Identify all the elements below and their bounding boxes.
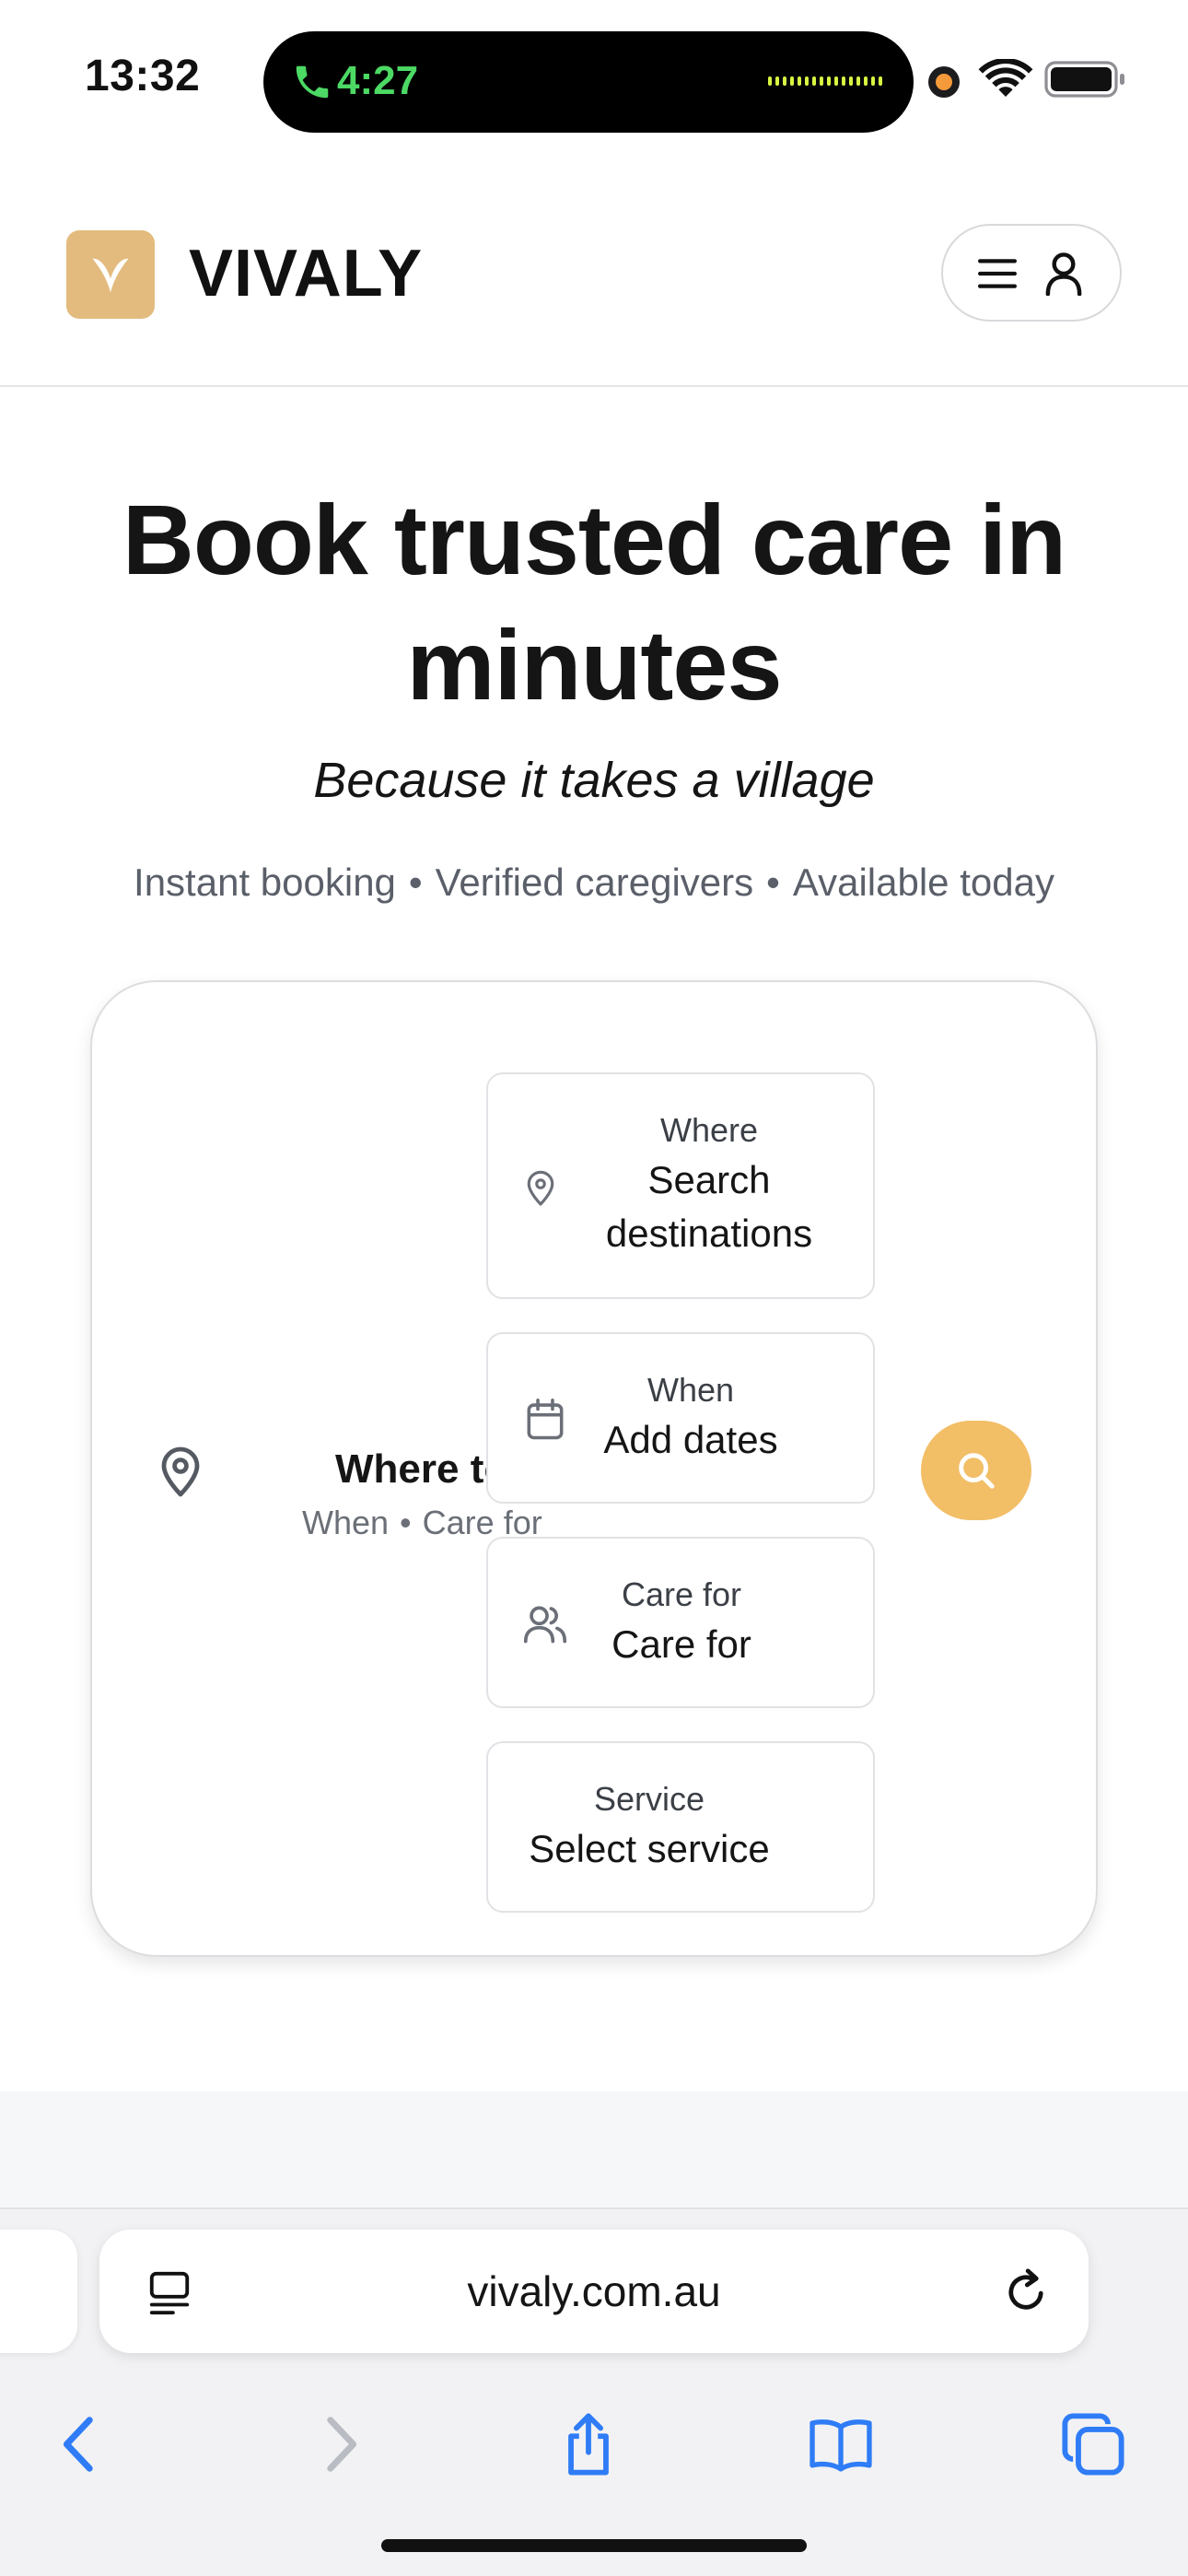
calendar-icon (527, 1399, 564, 1440)
where-field[interactable]: Where Search destinations (486, 1072, 875, 1299)
service-label: Service (593, 1780, 705, 1818)
when-input[interactable]: Add dates (589, 1413, 792, 1467)
user-icon (1045, 252, 1082, 296)
page-section-background (0, 2091, 1188, 2207)
search-button[interactable] (921, 1421, 1031, 1520)
care-for-input[interactable]: Care for (580, 1618, 783, 1671)
care-for-field[interactable]: Care for Care for (486, 1537, 875, 1708)
hero-features: Instant booking • Verified caregivers • Avai… (37, 861, 1151, 905)
where-label: Where (659, 1111, 759, 1149)
separator-dot: • (400, 1504, 412, 1541)
logo-icon[interactable] (66, 230, 155, 319)
share-icon (568, 2413, 609, 2476)
when-label: When (646, 1371, 735, 1409)
service-field[interactable]: Service Select service (486, 1741, 875, 1913)
url-text[interactable]: vivaly.com.au (284, 2266, 904, 2316)
search-icon (959, 1453, 995, 1489)
bookmarks-button[interactable] (809, 2412, 873, 2476)
account-menu-button[interactable] (941, 224, 1122, 322)
feature-instant-booking: Instant booking (134, 861, 396, 904)
map-pin-icon (527, 1170, 554, 1206)
when-field[interactable]: When Add dates (486, 1332, 875, 1504)
feature-available-today: Available today (792, 861, 1054, 904)
bookmarks-icon (809, 2419, 872, 2472)
hero-title: Book trusted care in minutes (122, 484, 1066, 720)
users-icon (523, 1606, 567, 1644)
brand-name[interactable]: VIVALY (189, 236, 423, 311)
phone-icon (296, 65, 329, 99)
map-pin-icon (161, 1446, 200, 1497)
separator-dot: • (408, 861, 423, 904)
tabs-button[interactable] (1061, 2412, 1125, 2476)
audio-waveform-icon (768, 74, 882, 88)
browser-bar: vivaly.com.au (0, 2207, 1188, 2576)
search-card: Where to? When • Care for Where Search des… (90, 980, 1098, 1957)
reader-mode-icon[interactable] (147, 2270, 192, 2316)
status-time: 13:32 (85, 52, 201, 100)
forward-button[interactable] (308, 2412, 372, 2476)
where-input[interactable]: Search destinations (580, 1153, 838, 1260)
address-bar[interactable]: vivaly.com.au (99, 2230, 1089, 2353)
back-button[interactable] (48, 2412, 112, 2476)
hamburger-icon (978, 259, 1017, 288)
battery-icon (1044, 61, 1124, 98)
call-duration: 4:27 (337, 58, 419, 103)
site-header: VIVALY (0, 157, 1188, 387)
forward-icon (327, 2417, 357, 2472)
service-select[interactable]: Select service (488, 1822, 810, 1876)
wifi-icon (978, 59, 1033, 97)
leaf-v-icon (92, 258, 129, 293)
back-icon (63, 2417, 93, 2472)
feature-verified-caregivers: Verified caregivers (435, 861, 754, 904)
tabs-icon (1062, 2413, 1124, 2476)
home-indicator (381, 2539, 807, 2552)
compact-care-for: Care for (422, 1504, 542, 1541)
status-bar: 13:32 4:27 (0, 0, 1188, 157)
dynamic-island-call[interactable]: 4:27 (263, 31, 914, 133)
care-for-label: Care for (621, 1575, 742, 1613)
share-button[interactable] (556, 2412, 621, 2476)
compact-when: When (302, 1504, 390, 1541)
reload-icon[interactable] (1002, 2266, 1050, 2316)
previous-tab-preview[interactable] (0, 2230, 77, 2353)
separator-dot: • (766, 861, 780, 904)
browser-toolbar (0, 2390, 1188, 2510)
hero-tagline: Because it takes a village (313, 753, 875, 808)
recording-indicator-icon (928, 66, 960, 98)
